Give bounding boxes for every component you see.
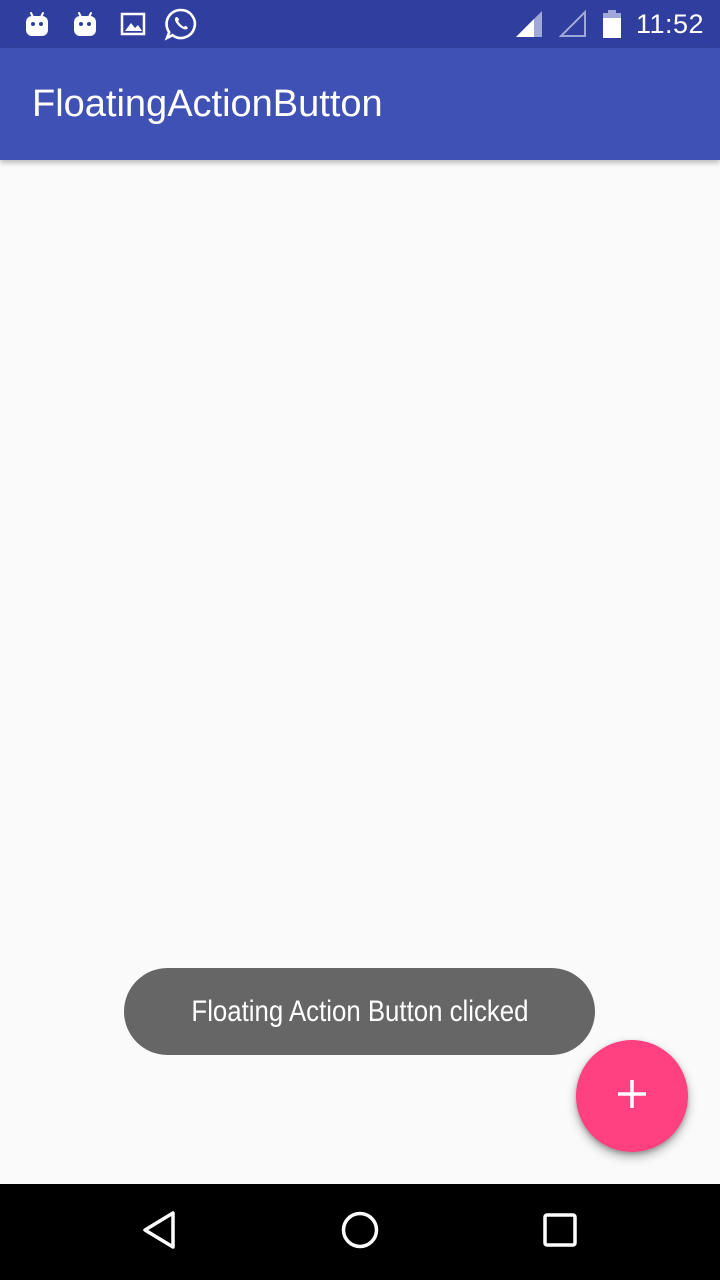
app-title: FloatingActionButton [32,83,383,125]
back-button[interactable] [136,1208,184,1256]
home-icon [340,1210,380,1255]
system-icons: 11:52 [514,0,704,48]
back-icon [140,1210,180,1255]
screen: 11:52 FloatingActionButton Floating Acti… [0,0,720,1280]
android-icon [68,7,102,41]
signal-empty-icon [558,9,588,39]
notification-icons [20,6,198,42]
image-icon [116,7,150,41]
signal-icon [514,9,544,39]
status-bar: 11:52 [0,0,720,48]
battery-icon [602,9,622,39]
home-button[interactable] [336,1208,384,1256]
whatsapp-icon [164,7,198,41]
recents-button[interactable] [536,1208,584,1256]
navigation-bar [0,1184,720,1280]
status-clock: 11:52 [635,8,704,39]
toast-message: Floating Action Button clicked [190,994,529,1028]
recents-icon [542,1212,578,1253]
toast: Floating Action Button clicked [124,968,595,1055]
floating-action-button[interactable] [576,1040,688,1152]
app-bar: FloatingActionButton [0,48,720,160]
plus-icon [615,1077,649,1116]
android-icon [20,7,54,41]
